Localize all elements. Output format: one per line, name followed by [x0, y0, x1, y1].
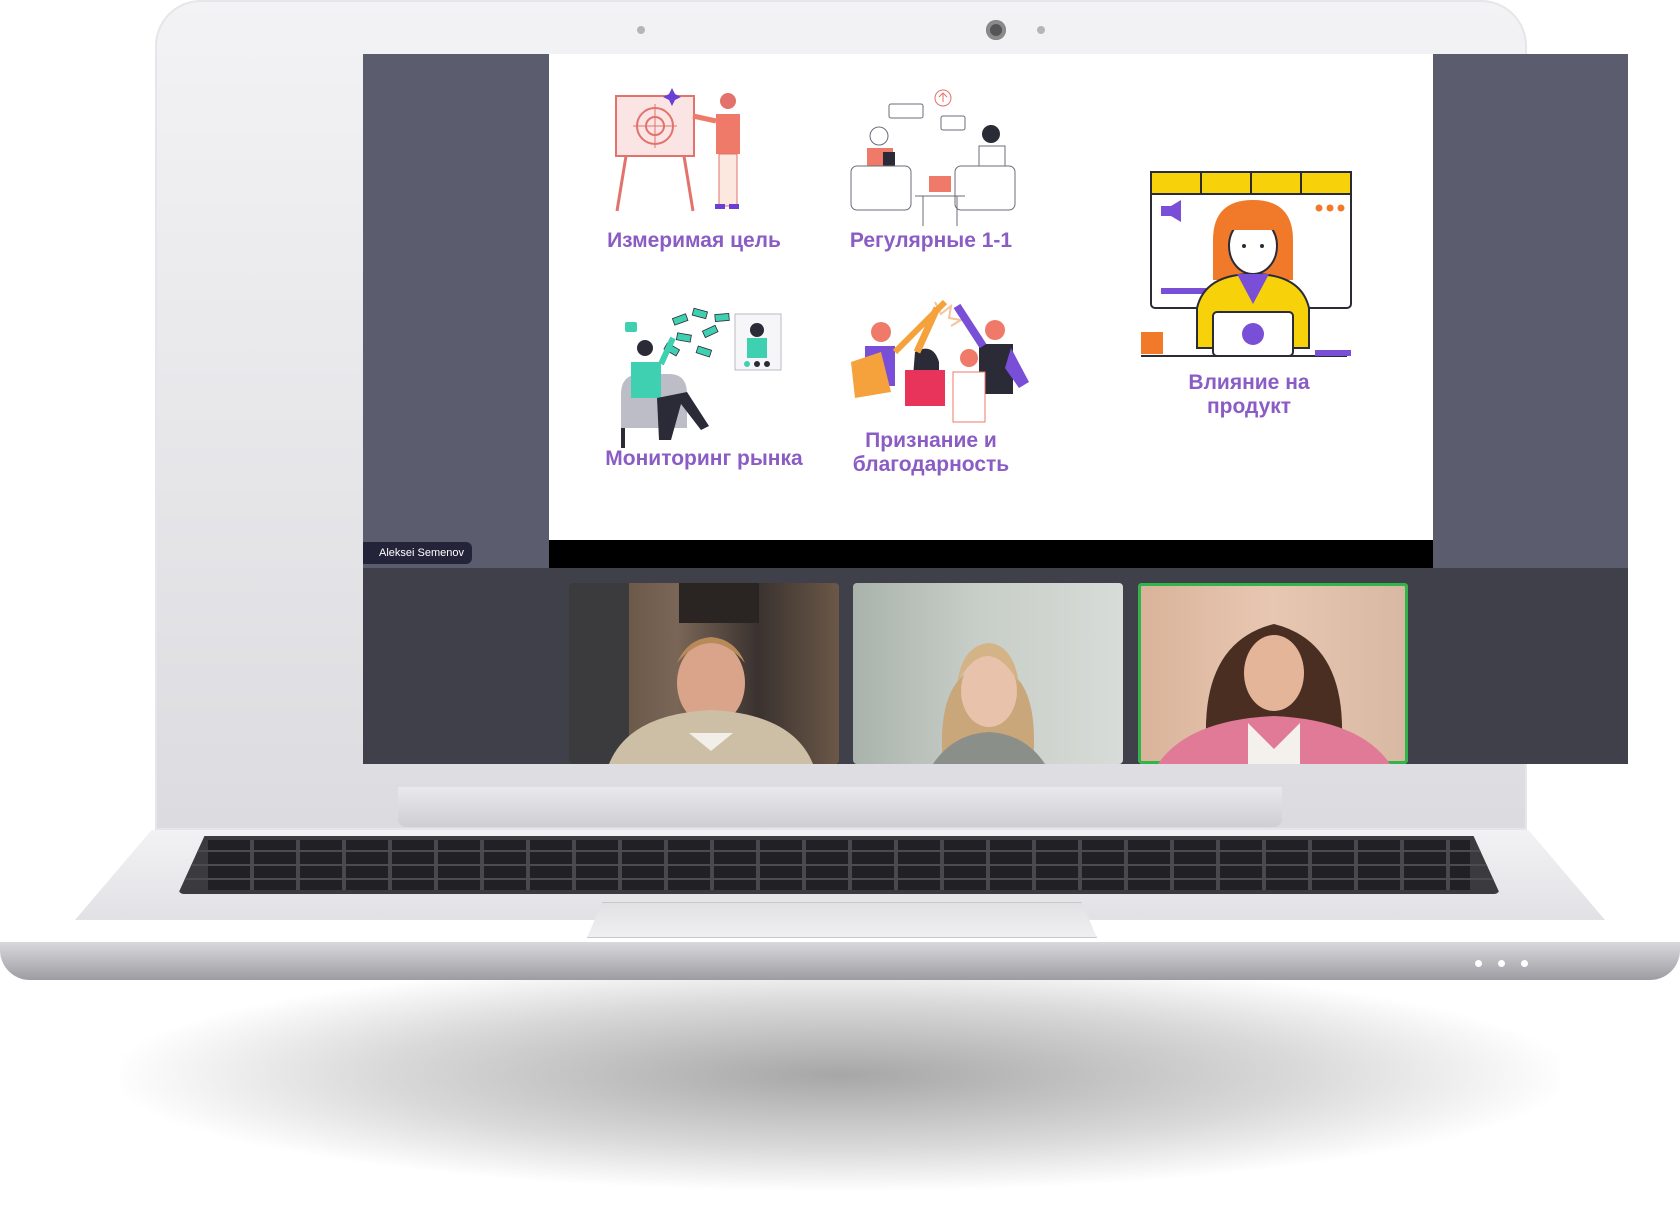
key-row-divider [178, 878, 1500, 880]
indicator-light [1498, 960, 1505, 967]
sensor-right [1037, 26, 1045, 34]
indicator-light [1475, 960, 1482, 967]
presenter-name-tag: Aleksei Semenov [363, 542, 472, 564]
participant-video [933, 643, 1045, 764]
key-row-divider [178, 864, 1500, 866]
product-influence-illustration [1141, 171, 1352, 357]
participant-tile[interactable] [569, 583, 839, 764]
slide-item-label: Измеримая цель [607, 229, 781, 252]
market-monitoring-illustration [621, 307, 782, 448]
participant-tile[interactable] [853, 583, 1123, 764]
sensor-left [637, 26, 645, 34]
target-easel-illustration [615, 88, 740, 212]
laptop-front-edge [0, 942, 1680, 980]
laptop-hinge [398, 787, 1282, 827]
slide-item-label: продукт [1206, 395, 1292, 418]
one-on-one-meeting-illustration [850, 89, 1016, 226]
slide-item-label: Влияние на [1188, 371, 1310, 394]
slide-item-label: благодарность [852, 453, 1010, 476]
video-call-screen: Измеримая цель Регулярные 1-1 Мониторинг… [363, 54, 1628, 764]
participant-video [1158, 624, 1390, 764]
slide-letterbox [549, 540, 1433, 568]
team-high-five-illustration [851, 299, 1029, 423]
slide-item-label: Регулярные 1-1 [849, 229, 1013, 252]
key-row-divider [178, 850, 1500, 852]
slide-item-label: Признание и [865, 429, 997, 452]
indicator-light [1521, 960, 1528, 967]
trackpad [587, 902, 1097, 938]
webcam [986, 20, 1006, 40]
shared-slide: Измеримая цель Регулярные 1-1 Мониторинг… [549, 54, 1433, 540]
keyboard [178, 836, 1500, 894]
presenter-name: Aleksei Semenov [379, 547, 464, 559]
laptop-shadow [120, 960, 1560, 1190]
participant-video [569, 583, 813, 764]
laptop-lid: Измеримая цель Регулярные 1-1 Мониторинг… [155, 0, 1628, 830]
participant-tile-active-speaker[interactable] [1138, 583, 1408, 764]
slide-item-label: Мониторинг рынка [605, 447, 803, 470]
